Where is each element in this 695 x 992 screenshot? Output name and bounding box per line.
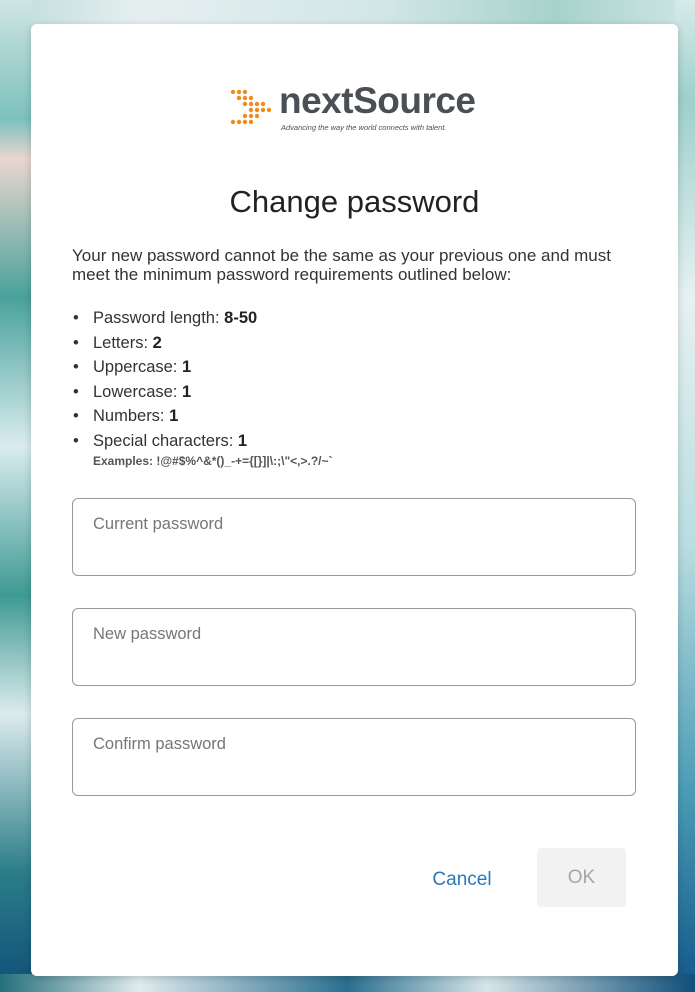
brand-logo: nextSource Advancing the way the world c… bbox=[229, 80, 479, 134]
requirement-length: Password length: 8-50 bbox=[72, 306, 632, 331]
background-top-strip bbox=[0, 0, 695, 26]
background-left-strip bbox=[0, 0, 32, 992]
requirement-letters: Letters: 2 bbox=[72, 331, 632, 356]
logo-wordmark: nextSource bbox=[279, 80, 476, 121]
confirm-password-input[interactable] bbox=[93, 733, 613, 755]
requirement-special-characters: Special characters: 1 bbox=[72, 429, 632, 454]
requirement-numbers: Numbers: 1 bbox=[72, 404, 632, 429]
logo-dots-icon bbox=[230, 89, 272, 125]
ok-button[interactable]: OK bbox=[537, 848, 626, 907]
requirement-lowercase: Lowercase: 1 bbox=[72, 380, 632, 405]
change-password-dialog: nextSource Advancing the way the world c… bbox=[31, 24, 678, 976]
special-characters-examples: Examples: !@#$%^&*()_-+={[}]|\:;\"<,>.?/… bbox=[93, 454, 333, 468]
logo-tagline: Advancing the way the world connects wit… bbox=[281, 123, 447, 132]
dialog-title: Change password bbox=[229, 184, 480, 219]
current-password-field[interactable] bbox=[72, 498, 636, 576]
requirement-uppercase: Uppercase: 1 bbox=[72, 355, 632, 380]
background-bottom-strip bbox=[0, 974, 695, 992]
current-password-input[interactable] bbox=[93, 513, 613, 535]
new-password-input[interactable] bbox=[93, 623, 613, 645]
cancel-button[interactable]: Cancel bbox=[417, 864, 507, 896]
dialog-intro: Your new password cannot be the same as … bbox=[72, 246, 611, 284]
password-requirements-list: Password length: 8-50 Letters: 2 Upperca… bbox=[72, 306, 632, 454]
confirm-password-field[interactable] bbox=[72, 718, 636, 796]
background-right-strip bbox=[675, 0, 695, 992]
new-password-field[interactable] bbox=[72, 608, 636, 686]
